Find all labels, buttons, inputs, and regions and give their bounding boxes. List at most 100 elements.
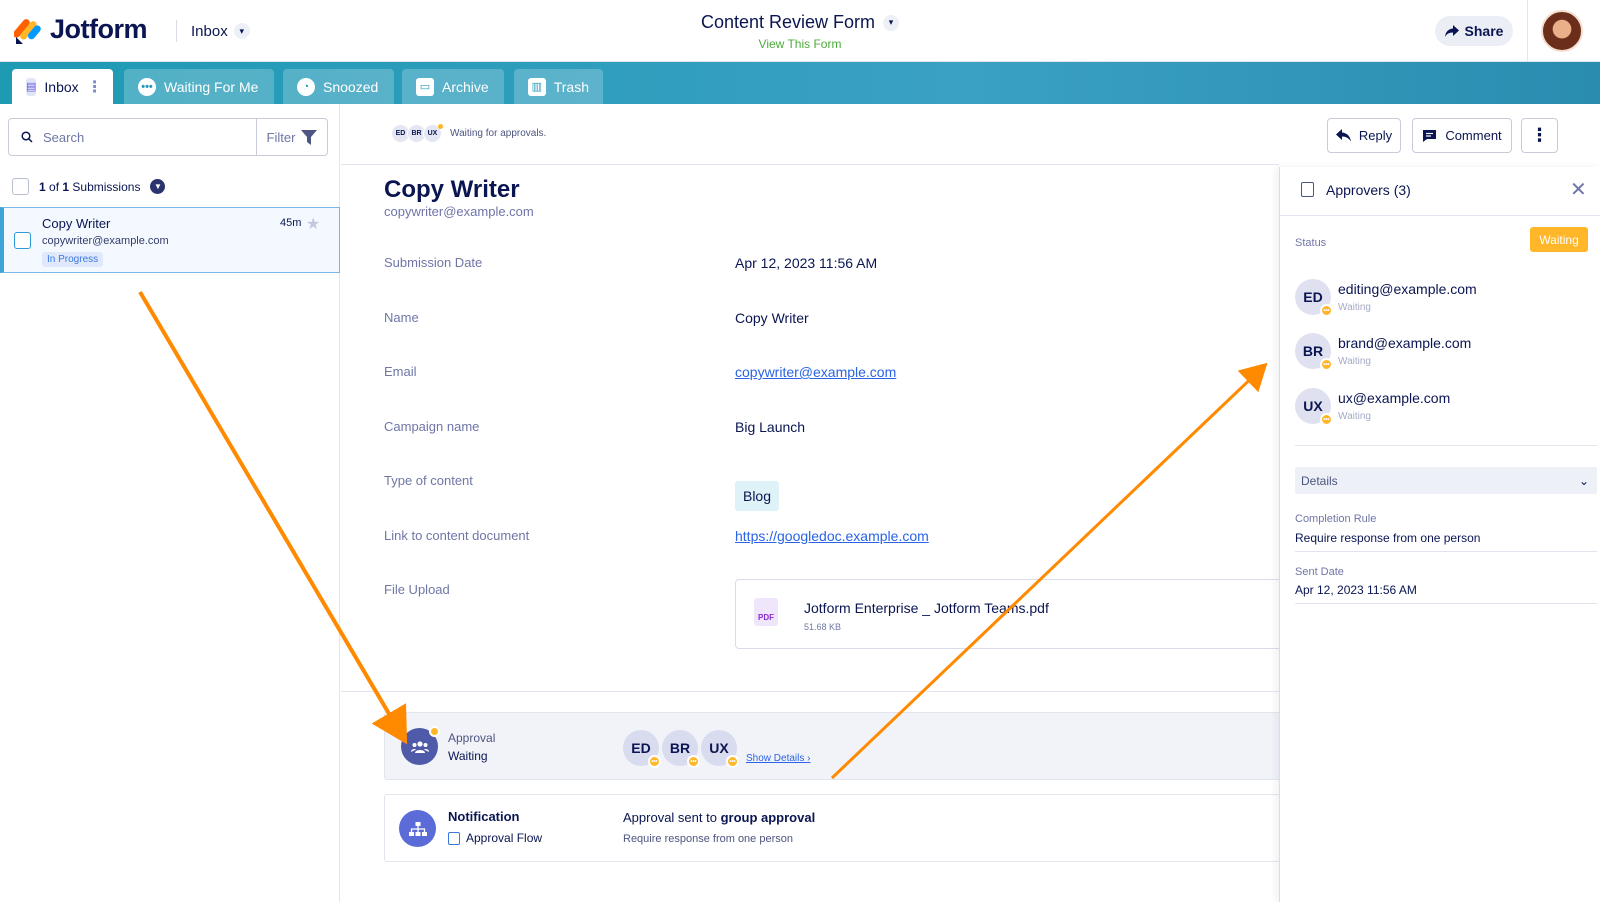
approver-email: editing@example.com bbox=[1338, 281, 1477, 297]
avatar: UX ••• bbox=[1295, 388, 1333, 426]
file-name: Jotform Enterprise _ Jotform Teams.pdf bbox=[804, 600, 1049, 616]
completion-rule-label: Completion Rule bbox=[1295, 513, 1377, 525]
pdf-file-icon: PDF bbox=[754, 598, 778, 626]
approval-flow-icon bbox=[399, 810, 436, 847]
notification-card: Notification Approval Flow Approval sent… bbox=[384, 794, 1284, 862]
user-avatar[interactable] bbox=[1541, 10, 1583, 52]
snooze-clock-icon: ◔ bbox=[297, 77, 315, 96]
chevron-down-icon: ⌄ bbox=[1578, 473, 1589, 488]
waiting-dot-icon bbox=[438, 124, 443, 129]
more-options-icon[interactable]: ⋮ bbox=[87, 77, 103, 97]
approver-status: Waiting bbox=[1338, 302, 1371, 313]
tab-trash[interactable]: ▥ Trash bbox=[514, 69, 603, 104]
select-all-checkbox[interactable] bbox=[12, 178, 29, 195]
avatar: ED ••• bbox=[623, 730, 661, 768]
approver-avatars[interactable]: ED ••• BR ••• UX ••• bbox=[623, 730, 739, 768]
waiting-dot-icon: ••• bbox=[1320, 304, 1333, 317]
filter-label: Filter bbox=[266, 129, 296, 145]
approver-row[interactable]: BR ••• brand@example.com Waiting bbox=[1295, 333, 1595, 377]
details-accordion[interactable]: Details ⌄ bbox=[1295, 467, 1597, 494]
header-divider bbox=[1527, 0, 1528, 62]
approver-status: Waiting bbox=[1338, 356, 1371, 367]
tab-inbox[interactable]: ▤ Inbox ⋮ bbox=[12, 69, 113, 104]
details-label: Details bbox=[1301, 473, 1338, 488]
field-label-name: Name bbox=[384, 310, 419, 325]
submission-count: 1 of 1 Submissions ▼ bbox=[12, 178, 166, 195]
waiting-dot-icon: ••• bbox=[648, 755, 661, 768]
search-input[interactable]: Search bbox=[9, 119, 257, 155]
close-icon[interactable]: ✕ bbox=[1570, 177, 1587, 202]
share-button[interactable]: Share bbox=[1435, 16, 1513, 46]
divider bbox=[1295, 603, 1597, 604]
field-label-submission-date: Submission Date bbox=[384, 255, 483, 270]
tab-snoozed[interactable]: ◔ Snoozed bbox=[283, 69, 394, 104]
inbox-tabbar: ▤ Inbox ⋮ ••• Waiting For Me ◔ Snoozed ▭… bbox=[0, 62, 1600, 104]
submission-detail: ED BR UX Waiting for approvals. Reply Co… bbox=[341, 104, 1558, 902]
tab-archive[interactable]: ▭ Archive bbox=[402, 69, 504, 104]
avatar: UX ••• bbox=[701, 730, 739, 768]
approver-email: ux@example.com bbox=[1338, 390, 1451, 406]
section-divider bbox=[341, 691, 1279, 692]
field-value-campaign-name: Big Launch bbox=[735, 419, 806, 435]
notification-subtitle: Approval Flow bbox=[448, 831, 542, 845]
status-badge: In Progress bbox=[42, 252, 104, 267]
approval-label: Approval bbox=[448, 731, 496, 745]
approver-avatar-stack[interactable]: ED BR UX bbox=[391, 124, 443, 143]
view-form-link[interactable]: View This Form bbox=[0, 37, 1600, 51]
avatar: BR ••• bbox=[662, 730, 700, 768]
search-icon bbox=[21, 131, 33, 143]
approver-email: brand@example.com bbox=[1338, 335, 1472, 351]
reply-label: Reply bbox=[1358, 128, 1393, 143]
star-icon[interactable]: ★ bbox=[306, 214, 320, 234]
approvers-title: Approvers (3) bbox=[1326, 182, 1411, 198]
tab-label: Snoozed bbox=[323, 78, 379, 95]
chevron-down-icon[interactable]: ▼ bbox=[150, 179, 166, 194]
submission-count-text: 1 of 1 Submissions bbox=[39, 179, 141, 194]
field-label-type-of-content: Type of content bbox=[384, 473, 473, 488]
approvers-icon bbox=[1301, 182, 1314, 197]
approval-status: Waiting bbox=[448, 749, 488, 763]
filter-button[interactable]: Filter bbox=[257, 119, 327, 155]
content-document-link[interactable]: https://googledoc.example.com bbox=[735, 528, 929, 544]
sent-date-value: Apr 12, 2023 11:56 AM bbox=[1295, 583, 1417, 597]
tab-label: Trash bbox=[553, 78, 589, 95]
show-details-link[interactable]: Show Details › bbox=[746, 753, 810, 764]
field-label-file-upload: File Upload bbox=[384, 582, 450, 597]
chevron-down-icon: ▾ bbox=[883, 14, 900, 31]
field-label-email: Email bbox=[384, 364, 417, 379]
share-label: Share bbox=[1464, 23, 1504, 39]
completion-rule-value: Require response from one person bbox=[1295, 531, 1481, 545]
comment-label: Comment bbox=[1445, 128, 1502, 143]
approver-row[interactable]: ED ••• editing@example.com Waiting bbox=[1295, 279, 1595, 323]
waiting-dot-icon bbox=[429, 726, 440, 737]
email-link[interactable]: copywriter@example.com bbox=[735, 364, 896, 380]
form-title-selector[interactable]: Content Review Form ▾ bbox=[700, 12, 900, 33]
file-size: 51.68 KB bbox=[804, 622, 842, 632]
approval-flow-doc-icon bbox=[448, 831, 460, 845]
uploaded-file-card[interactable]: PDF Jotform Enterprise _ Jotform Teams.p… bbox=[735, 579, 1295, 649]
notification-note: Require response from one person bbox=[623, 833, 793, 845]
reply-arrow-icon bbox=[1335, 129, 1351, 142]
tab-label: Inbox bbox=[44, 78, 79, 95]
reply-button[interactable]: Reply bbox=[1327, 118, 1401, 153]
field-value-submission-date: Apr 12, 2023 11:56 AM bbox=[735, 255, 878, 271]
chevron-right-icon: › bbox=[807, 753, 811, 764]
approvers-panel-header: Approvers (3) ✕ bbox=[1280, 167, 1600, 216]
avatar: BR ••• bbox=[1295, 333, 1333, 371]
avatar: ED ••• bbox=[1295, 279, 1333, 317]
status-badge: Waiting bbox=[1530, 227, 1588, 252]
avatar: UX bbox=[423, 124, 443, 143]
form-title: Content Review Form bbox=[700, 12, 876, 32]
tab-waiting-for-me[interactable]: ••• Waiting For Me bbox=[124, 69, 274, 104]
inbox-icon: ▤ bbox=[26, 77, 37, 96]
approver-row[interactable]: UX ••• ux@example.com Waiting bbox=[1295, 388, 1595, 432]
approval-group-icon bbox=[401, 726, 440, 765]
more-options-button[interactable]: ⋮ bbox=[1521, 118, 1558, 153]
submission-list-item[interactable]: Copy Writer copywriter@example.com In Pr… bbox=[0, 207, 340, 273]
submission-checkbox[interactable] bbox=[14, 232, 31, 249]
kebab-menu-icon: ⋮ bbox=[1530, 125, 1549, 145]
submission-name: Copy Writer bbox=[42, 216, 111, 231]
waiting-dot-icon: ••• bbox=[687, 755, 700, 768]
comment-button[interactable]: Comment bbox=[1412, 118, 1512, 153]
approval-card: Approval Waiting ED ••• BR ••• UX ••• Show … bbox=[384, 712, 1284, 780]
